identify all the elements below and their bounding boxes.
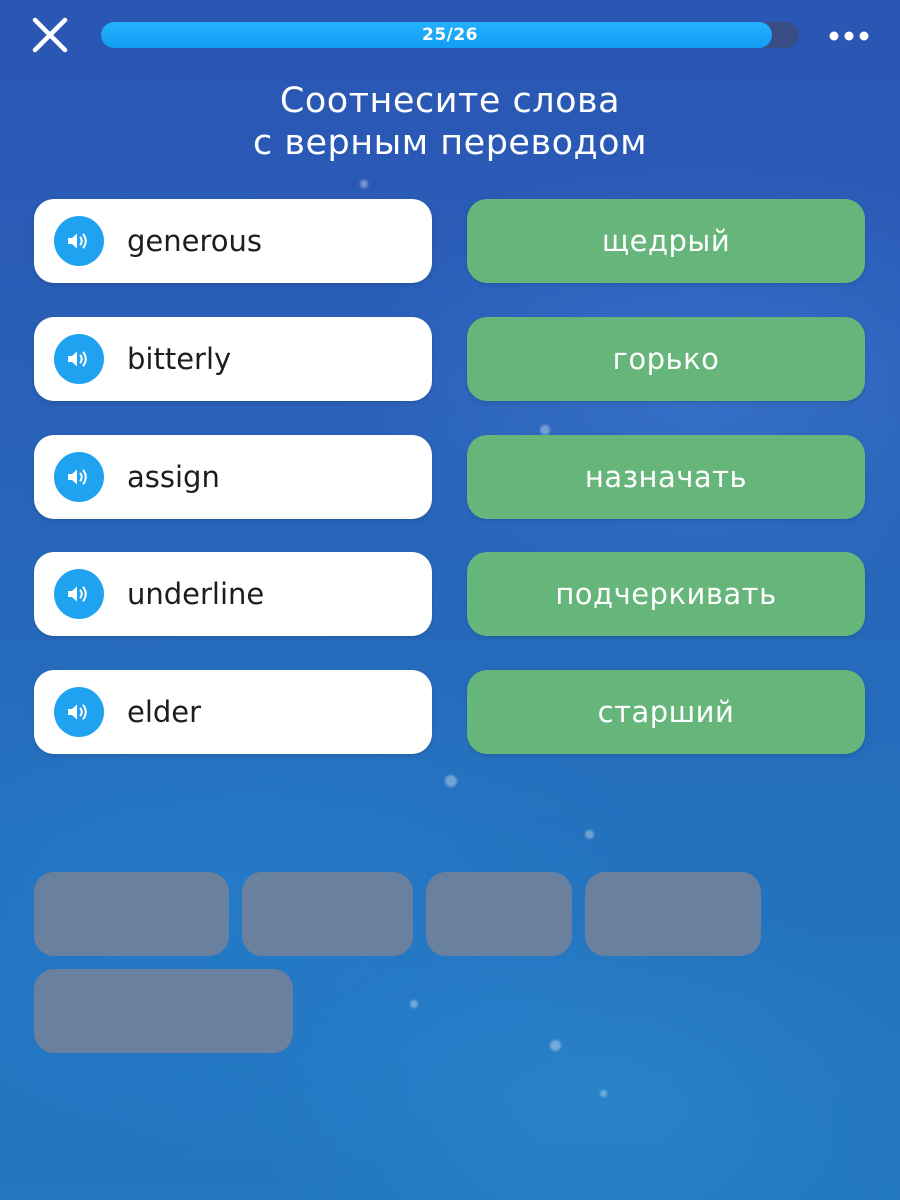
translation-label: назначать: [584, 460, 748, 494]
close-icon: [32, 17, 68, 53]
speaker-icon: [68, 233, 87, 249]
title-line-1: Соотнесите слова: [279, 81, 621, 121]
translation-card-matched[interactable]: назначать: [467, 435, 865, 519]
close-button[interactable]: [30, 15, 70, 55]
translation-card-matched[interactable]: щедрый: [467, 199, 865, 283]
translation-label: старший: [597, 695, 735, 729]
translation-label: щедрый: [601, 224, 731, 258]
speaker-icon: [68, 704, 87, 720]
title-line-2: с верным переводом: [252, 123, 648, 163]
empty-answer-slot: [34, 969, 293, 1053]
word-label: bitterly: [127, 342, 232, 376]
translation-card-matched[interactable]: горько: [467, 317, 865, 401]
empty-answer-slot: [242, 872, 413, 956]
speaker-button[interactable]: [54, 334, 104, 384]
speaker-button[interactable]: [54, 216, 104, 266]
word-label: generous: [127, 224, 262, 258]
word-card-assign[interactable]: assign: [34, 435, 432, 519]
translation-label: подчеркивать: [555, 577, 777, 611]
more-dots-icon: [829, 31, 869, 41]
word-card-generous[interactable]: generous: [34, 199, 432, 283]
empty-answer-slot: [585, 872, 761, 956]
speaker-icon: [68, 351, 87, 367]
word-card-underline[interactable]: underline: [34, 552, 432, 636]
word-card-bitterly[interactable]: bitterly: [34, 317, 432, 401]
word-card-elder[interactable]: elder: [34, 670, 432, 754]
top-bar: 25/26: [0, 0, 900, 72]
background-sparkle: [550, 1040, 561, 1051]
progress-counter: 25/26: [421, 25, 479, 45]
translation-card-matched[interactable]: старший: [467, 670, 865, 754]
word-label: assign: [127, 460, 220, 494]
background-sparkle: [410, 1000, 418, 1008]
speaker-button[interactable]: [54, 569, 104, 619]
empty-answer-slot: [34, 872, 229, 956]
empty-answer-slot: [426, 872, 572, 956]
more-options-button[interactable]: [826, 26, 872, 46]
word-label: elder: [127, 695, 202, 729]
speaker-button[interactable]: [54, 687, 104, 737]
background-sparkle: [540, 425, 550, 435]
background-sparkle: [360, 180, 368, 188]
speaker-button[interactable]: [54, 452, 104, 502]
background-sparkle: [600, 1090, 607, 1097]
word-label: underline: [127, 577, 265, 611]
translation-label: горько: [612, 342, 720, 376]
page-title: Соотнесите слова с верным переводом: [0, 80, 900, 164]
translation-card-matched[interactable]: подчеркивать: [467, 552, 865, 636]
background-sparkle: [445, 775, 457, 787]
speaker-icon: [68, 586, 87, 602]
speaker-icon: [68, 469, 87, 485]
background-sparkle: [585, 830, 594, 839]
progress-bar: 25/26: [101, 22, 799, 48]
